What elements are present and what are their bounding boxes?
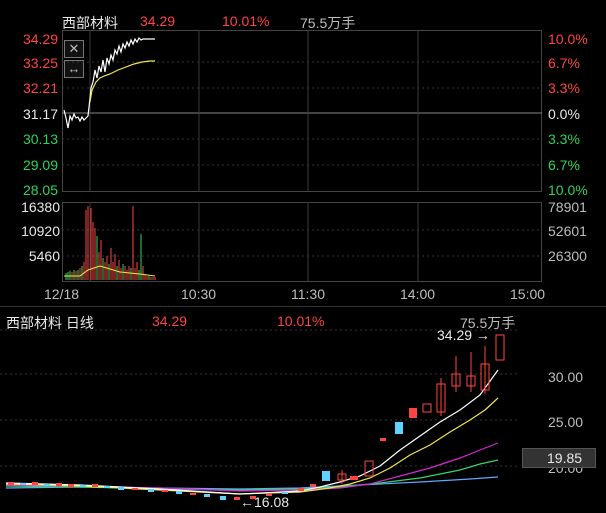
intraday-price-line [63,36,155,129]
ma-magenta-line [5,442,499,492]
daily-candles [8,334,505,500]
ma-white-line [5,369,499,495]
daily-grid [0,329,520,467]
intraday-dashed-grid [62,61,542,257]
intraday-grid [62,30,542,282]
chart-graphics [0,30,542,500]
